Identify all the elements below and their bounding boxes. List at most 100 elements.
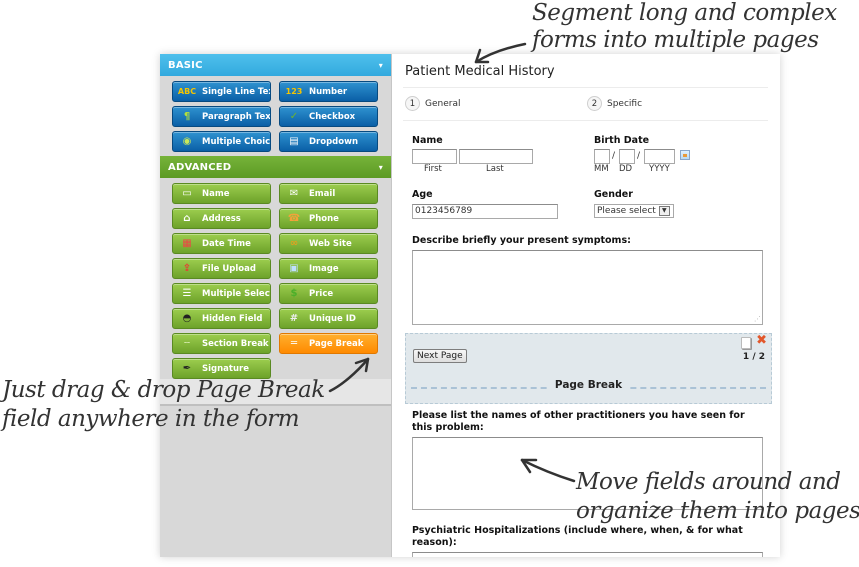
- field-button-date-time[interactable]: ▦ Date Time: [172, 233, 271, 254]
- link-icon: ∞: [289, 238, 299, 249]
- field-button-label: Multiple Select: [202, 288, 271, 299]
- calendar-icon: ▦: [182, 238, 192, 249]
- annotation-arrow-left: [328, 357, 370, 393]
- mm-sublabel: MM: [594, 164, 609, 174]
- dd-sublabel: DD: [619, 164, 633, 174]
- field-button-multiple-choice[interactable]: ◉ Multiple Choice: [172, 131, 271, 152]
- field-button-web-site[interactable]: ∞ Web Site: [279, 233, 378, 254]
- field-button-label: Page Break: [309, 338, 364, 349]
- step-label: General: [425, 98, 461, 109]
- field-button-multiple-select[interactable]: ☰ Multiple Select: [172, 283, 271, 304]
- field-button-label: Web Site: [309, 238, 352, 249]
- resize-grip-icon[interactable]: ⋰: [754, 316, 761, 323]
- field-button-label: Price: [309, 288, 334, 299]
- annotation-left-line2: field anywhere in the form: [2, 406, 300, 432]
- title-divider: [403, 87, 768, 88]
- field-button-label: Single Line Text: [202, 86, 271, 97]
- hospitalizations-label: Psychiatric Hospitalizations (include wh…: [412, 525, 743, 548]
- field-button-address[interactable]: ⌂ Address: [172, 208, 271, 229]
- birth-day-input[interactable]: [619, 149, 635, 164]
- first-name-input[interactable]: [412, 149, 457, 164]
- field-button-paragraph-text[interactable]: ¶ Paragraph Text: [172, 106, 271, 127]
- page-break-field[interactable]: Next Page ✖ 1 / 2 Page Break: [405, 333, 772, 404]
- field-button-signature[interactable]: ✒ Signature: [172, 358, 271, 379]
- field-button-label: Dropdown: [309, 136, 358, 147]
- field-button-label: Section Break: [202, 338, 269, 349]
- field-button-label: Date Time: [202, 238, 251, 249]
- chevron-down-icon[interactable]: ▾: [379, 163, 383, 172]
- basic-section-header[interactable]: BASIC ▾: [160, 54, 391, 76]
- abc-icon: ABC: [177, 87, 197, 96]
- field-button-label: Image: [309, 263, 339, 274]
- page-break-label-wrap: Page Break: [406, 379, 771, 391]
- radio-icon: ◉: [182, 136, 192, 147]
- birth-date-label: Birth Date: [594, 135, 650, 146]
- multi-select-icon: ☰: [182, 288, 192, 299]
- chevron-down-icon[interactable]: ▾: [379, 61, 383, 70]
- field-button-section-break[interactable]: ┄ Section Break: [172, 333, 271, 354]
- field-button-price[interactable]: $ Price: [279, 283, 378, 304]
- phone-icon: ☎: [287, 213, 301, 224]
- field-button-file-upload[interactable]: ⇪ File Upload: [172, 258, 271, 279]
- field-button-number[interactable]: 123 Number: [279, 81, 378, 102]
- birth-month-input[interactable]: [594, 149, 610, 164]
- field-button-label: File Upload: [202, 263, 256, 274]
- field-button-label: Unique ID: [309, 313, 356, 324]
- annotation-arrow-top: [474, 42, 527, 64]
- date-separator: /: [637, 151, 641, 161]
- page-break-icon: ═: [290, 338, 298, 349]
- field-button-email[interactable]: ✉ Email: [279, 183, 378, 204]
- annotation-top-line1: Segment long and complex: [532, 0, 837, 26]
- dollar-icon: $: [290, 288, 298, 299]
- calendar-icon[interactable]: [680, 150, 690, 160]
- file-upload-icon: ⇪: [182, 263, 192, 274]
- symptoms-label: Describe briefly your present symptoms:: [412, 235, 631, 246]
- page-count: 1 / 2: [742, 352, 765, 362]
- duplicate-icon[interactable]: [741, 337, 751, 349]
- field-button-label: Name: [202, 188, 230, 199]
- basic-fields-grid: ABC Single Line Text 123 Number ¶ Paragraph T…: [160, 76, 391, 156]
- annotation-right-line2: organize them into pages: [576, 498, 859, 524]
- annotation-right-line1: Move fields around and: [576, 469, 841, 495]
- last-name-input[interactable]: [459, 149, 533, 164]
- advanced-section-header[interactable]: ADVANCED ▾: [160, 156, 391, 178]
- field-button-label: Phone: [309, 213, 339, 224]
- step-general[interactable]: 1 General: [405, 96, 460, 111]
- field-button-dropdown[interactable]: ▤ Dropdown: [279, 131, 378, 152]
- hospitalizations-textarea[interactable]: [412, 552, 763, 557]
- page-break-label: Page Break: [548, 379, 629, 391]
- field-button-label: Multiple Choice: [202, 136, 271, 147]
- gender-selected-value: Please select: [597, 206, 656, 216]
- gender-select[interactable]: Please select ▼: [594, 204, 674, 218]
- next-page-button[interactable]: Next Page: [413, 349, 467, 363]
- id-card-icon: ▭: [182, 188, 192, 199]
- yyyy-sublabel: YYYY: [649, 164, 670, 174]
- symptoms-textarea[interactable]: ⋰: [412, 250, 763, 325]
- field-button-name[interactable]: ▭ Name: [172, 183, 271, 204]
- age-input[interactable]: 0123456789: [412, 204, 558, 219]
- section-break-icon: ┄: [183, 338, 191, 349]
- advanced-section-title: ADVANCED: [168, 161, 232, 173]
- field-button-hidden-field[interactable]: ◓ Hidden Field: [172, 308, 271, 329]
- annotation-arrow-right: [520, 458, 576, 483]
- field-button-image[interactable]: ▣ Image: [279, 258, 378, 279]
- step-number: 2: [587, 96, 602, 111]
- field-button-single-line-text[interactable]: ABC Single Line Text: [172, 81, 271, 102]
- first-sublabel: First: [424, 164, 442, 174]
- field-palette-sidebar: BASIC ▾ ABC Single Line Text 123 Number ¶ Par…: [160, 54, 392, 557]
- annotation-top-line2: forms into multiple pages: [532, 27, 819, 53]
- step-label: Specific: [607, 98, 643, 109]
- delete-icon[interactable]: ✖: [756, 334, 767, 348]
- chevron-down-icon[interactable]: ▼: [658, 206, 670, 216]
- field-button-phone[interactable]: ☎ Phone: [279, 208, 378, 229]
- email-icon: ✉: [289, 188, 299, 199]
- home-icon: ⌂: [183, 213, 191, 224]
- age-label: Age: [412, 189, 433, 200]
- field-button-page-break[interactable]: ═ Page Break: [279, 333, 378, 354]
- form-title[interactable]: Patient Medical History: [405, 64, 555, 79]
- step-specific[interactable]: 2 Specific: [587, 96, 642, 111]
- field-button-checkbox[interactable]: ✓ Checkbox: [279, 106, 378, 127]
- birth-year-input[interactable]: [644, 149, 675, 164]
- field-button-label: Email: [309, 188, 336, 199]
- field-button-unique-id[interactable]: # Unique ID: [279, 308, 378, 329]
